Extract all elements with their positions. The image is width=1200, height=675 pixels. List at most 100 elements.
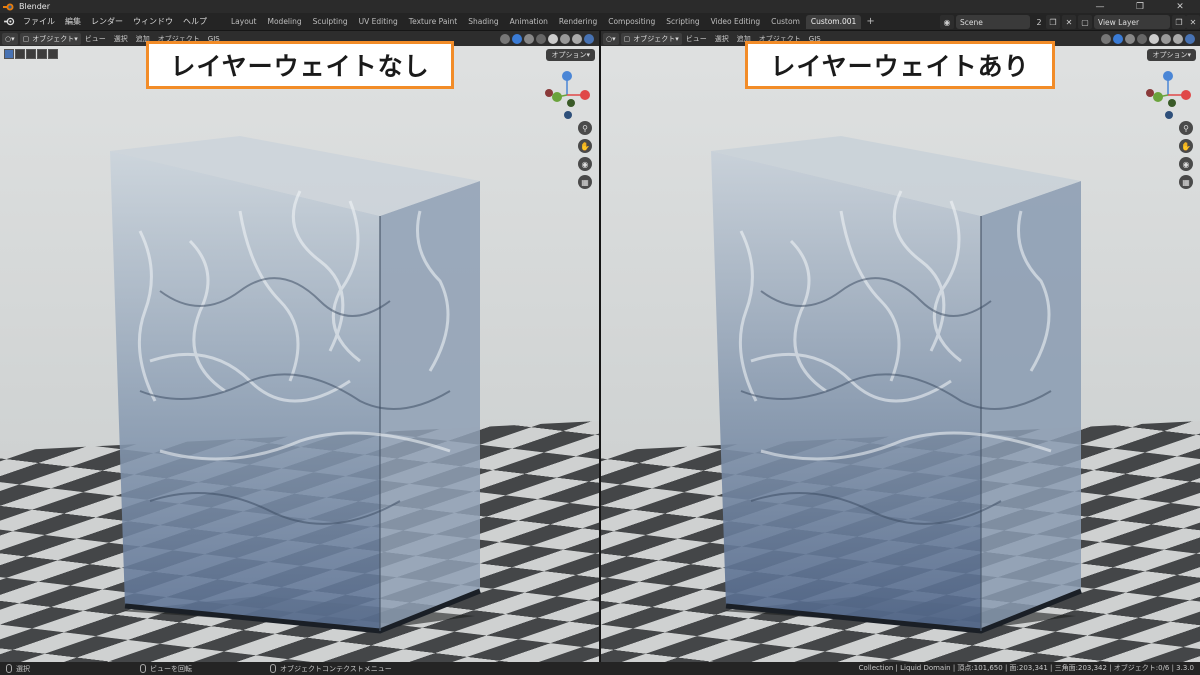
overlay-icon[interactable]	[1125, 33, 1135, 44]
tab-modeling[interactable]: Modeling	[263, 15, 307, 29]
mode-selector[interactable]: ▢ オブジェクト ▾	[19, 32, 81, 45]
delete-view-layer-icon[interactable]: ✕	[1186, 15, 1200, 29]
camera-view-button[interactable]: ◉	[578, 157, 592, 171]
solid-shading-icon[interactable]	[1161, 33, 1171, 44]
view-layer-selector[interactable]: View Layer	[1094, 15, 1170, 29]
select-intersect-icon[interactable]	[48, 49, 58, 59]
gizmo-toggle-icon[interactable]	[1113, 33, 1123, 44]
workspace-tabs: Layout Modeling Sculpting UV Editing Tex…	[226, 13, 879, 31]
shading-controls	[499, 32, 595, 45]
mouse-left-icon	[6, 664, 12, 673]
select-extend-icon[interactable]	[15, 49, 25, 59]
select-subtract-icon[interactable]	[26, 49, 36, 59]
menu-help[interactable]: ヘルプ	[178, 13, 212, 31]
new-view-layer-icon[interactable]: ❐	[1172, 15, 1186, 29]
minimize-button[interactable]: —	[1080, 0, 1120, 13]
axis-gizmo-icon	[545, 71, 590, 119]
select-box-icon[interactable]	[4, 49, 14, 59]
new-scene-icon[interactable]: ❐	[1046, 15, 1060, 29]
scene-name: Scene	[960, 17, 983, 27]
select-invert-icon[interactable]	[37, 49, 47, 59]
window-title: Blender	[19, 2, 50, 11]
navigation-gizmo[interactable]	[1146, 69, 1194, 121]
editor-type-button[interactable]: ○▾	[603, 32, 619, 45]
wireframe-shading-icon[interactable]	[1149, 33, 1159, 44]
pan-view-button[interactable]: ✋	[1179, 139, 1193, 153]
menu-render[interactable]: レンダー	[86, 13, 128, 31]
blender-logo-icon	[3, 3, 14, 10]
view-layer-icon[interactable]: ▢	[1078, 15, 1092, 29]
comparison-label: レイヤーウェイトなし	[146, 41, 454, 89]
visibility-icon[interactable]	[500, 33, 510, 44]
navigation-gizmo[interactable]	[545, 69, 593, 121]
editor-type-button[interactable]: ○▾	[2, 32, 18, 45]
minimize-icon: —	[1095, 1, 1105, 12]
top-bar: ファイル 編集 レンダー ウィンドウ ヘルプ Layout Modeling S…	[0, 13, 1200, 31]
menu-select[interactable]: 選択	[711, 34, 733, 44]
shading-controls	[1100, 32, 1196, 45]
tab-shading[interactable]: Shading	[463, 15, 503, 29]
delete-scene-icon[interactable]: ✕	[1062, 15, 1076, 29]
viewport-right[interactable]: ○▾ ▢ オブジェクト ▾ ビュー 選択 追加 オブジェクト GIS オプション ▾…	[601, 31, 1200, 662]
camera-view-button[interactable]: ◉	[1179, 157, 1193, 171]
visibility-icon[interactable]	[1101, 33, 1111, 44]
zoom-icon: ⚲	[582, 123, 588, 133]
menu-edit[interactable]: 編集	[60, 13, 86, 31]
wireframe-shading-icon[interactable]	[548, 33, 558, 44]
menu-select[interactable]: 選択	[110, 34, 132, 44]
options-button[interactable]: オプション ▾	[1147, 49, 1196, 61]
zoom-view-button[interactable]: ⚲	[578, 121, 592, 135]
close-button[interactable]: ✕	[1160, 0, 1200, 13]
add-workspace-button[interactable]: +	[862, 16, 878, 27]
camera-icon: ◉	[581, 159, 589, 169]
menu-view[interactable]: ビュー	[81, 34, 110, 44]
tab-uv-editing[interactable]: UV Editing	[354, 15, 403, 29]
blender-icon	[3, 17, 14, 26]
tab-rendering[interactable]: Rendering	[554, 15, 602, 29]
grid-icon: ▦	[1182, 177, 1190, 187]
tab-custom[interactable]: Custom	[766, 15, 805, 29]
xray-icon[interactable]	[536, 33, 546, 44]
perspective-toggle-button[interactable]: ▦	[1179, 175, 1193, 189]
tab-animation[interactable]: Animation	[505, 15, 553, 29]
mouse-right-icon	[270, 664, 276, 673]
scene-type-icon[interactable]: ◉	[940, 15, 954, 29]
overlay-icon[interactable]	[524, 33, 534, 44]
close-icon: ✕	[1176, 1, 1184, 12]
blender-menu-button[interactable]	[0, 13, 18, 31]
select-mode-buttons	[4, 49, 59, 59]
status-select-hint: 選択	[6, 662, 30, 675]
viewport-left[interactable]: ○▾ ▢ オブジェクト ▾ ビュー 選択 追加 オブジェクト GIS オプション ▾…	[0, 31, 599, 662]
tab-video-editing[interactable]: Video Editing	[706, 15, 766, 29]
hand-icon: ✋	[580, 141, 590, 151]
tab-sculpting[interactable]: Sculpting	[308, 15, 353, 29]
menu-file[interactable]: ファイル	[18, 13, 60, 31]
xray-icon[interactable]	[1137, 33, 1147, 44]
menu-view[interactable]: ビュー	[682, 34, 711, 44]
tab-custom-001[interactable]: Custom.001	[805, 14, 862, 29]
options-button[interactable]: オプション ▾	[546, 49, 595, 61]
status-bar: 選択 ビューを回転 オブジェクトコンテクストメニュー Collection | …	[0, 662, 1200, 675]
render-view-right	[601, 31, 1200, 662]
gizmo-toggle-icon[interactable]	[512, 33, 522, 44]
rendered-shading-icon[interactable]	[1185, 33, 1195, 44]
material-shading-icon[interactable]	[572, 33, 582, 44]
material-shading-icon[interactable]	[1173, 33, 1183, 44]
solid-shading-icon[interactable]	[560, 33, 570, 44]
zoom-view-button[interactable]: ⚲	[1179, 121, 1193, 135]
perspective-toggle-button[interactable]: ▦	[578, 175, 592, 189]
rendered-shading-icon[interactable]	[584, 33, 594, 44]
maximize-button[interactable]: ❐	[1120, 0, 1160, 13]
tab-texture-paint[interactable]: Texture Paint	[404, 15, 462, 29]
pan-view-button[interactable]: ✋	[578, 139, 592, 153]
tab-scripting[interactable]: Scripting	[661, 15, 704, 29]
tab-compositing[interactable]: Compositing	[603, 15, 660, 29]
hand-icon: ✋	[1181, 141, 1191, 151]
mode-selector[interactable]: ▢ オブジェクト ▾	[620, 32, 682, 45]
tab-layout[interactable]: Layout	[226, 15, 262, 29]
scene-selector[interactable]: Scene	[956, 15, 1030, 29]
grid-icon: ▦	[581, 177, 589, 187]
mouse-middle-icon	[140, 664, 146, 673]
menu-window[interactable]: ウィンドウ	[128, 13, 178, 31]
status-context-hint: オブジェクトコンテクストメニュー	[270, 662, 392, 675]
